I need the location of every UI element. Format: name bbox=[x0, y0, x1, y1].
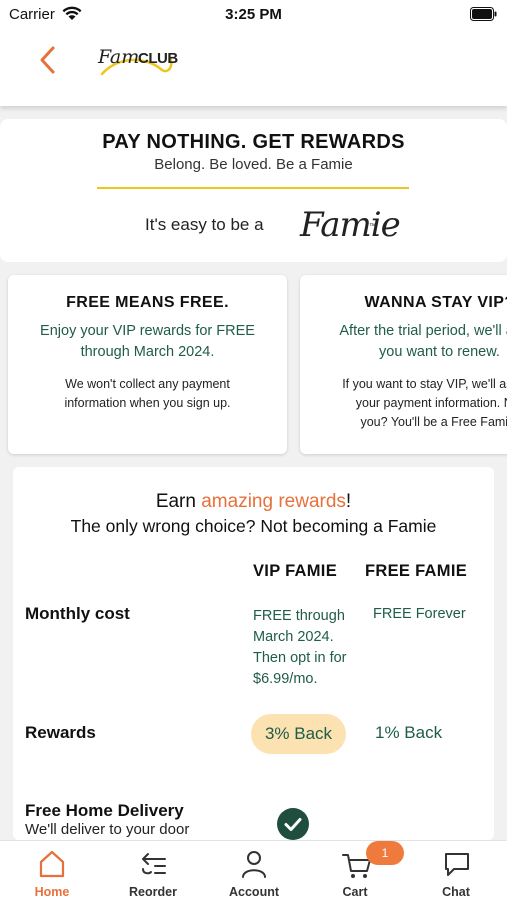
bottom-tab-bar: Home Reorder Account 1 Cart Chat bbox=[0, 840, 507, 900]
earn-accent: amazing rewards bbox=[201, 491, 346, 512]
tab-label-home: Home bbox=[34, 885, 70, 899]
earn-suffix: ! bbox=[345, 491, 352, 512]
row-label-monthly-cost: Monthly cost bbox=[25, 604, 130, 623]
promo-card-free-means-free[interactable]: FREE MEANS FREE. Enjoy your VIP rewards … bbox=[8, 275, 287, 454]
famie-wordmark: Famie bbox=[300, 205, 401, 245]
tab-label-account: Account bbox=[229, 885, 279, 899]
cart-count-badge: 1 bbox=[366, 841, 404, 865]
reorder-icon bbox=[142, 853, 166, 875]
tab-account[interactable]: Account bbox=[214, 841, 294, 900]
hero-title: PAY NOTHING. GET REWARDS bbox=[102, 131, 405, 153]
home-icon bbox=[39, 850, 65, 878]
back-chevron-icon[interactable] bbox=[34, 44, 62, 76]
promo-title: FREE MEANS FREE. bbox=[66, 294, 229, 311]
tab-cart[interactable]: 1 Cart bbox=[315, 841, 404, 900]
hero-easy-text: It's easy to be a bbox=[145, 215, 264, 234]
trademark-mark: ™ bbox=[369, 223, 376, 230]
battery-icon bbox=[470, 7, 497, 21]
earn-prefix: Earn bbox=[155, 491, 202, 512]
vip-rewards-pill: 3% Back bbox=[251, 714, 346, 754]
promo-card-stay-vip[interactable]: WANNA STAY VIP? After the trial period, … bbox=[300, 275, 507, 454]
vip-delivery-check bbox=[277, 808, 309, 840]
free-rewards-value: 1% Back bbox=[375, 723, 443, 742]
promo-body: Enjoy your VIP rewards for FREE through … bbox=[40, 323, 255, 360]
logo-script-text: Fam bbox=[98, 46, 140, 68]
tab-reorder[interactable]: Reorder bbox=[113, 841, 193, 900]
logo-club-text: CLUB bbox=[138, 50, 178, 67]
promo-note: We won't collect any payment information… bbox=[64, 377, 231, 410]
nav-header: Fam CLUB bbox=[0, 30, 507, 106]
row-label-delivery: Free Home Delivery bbox=[25, 801, 184, 820]
tab-chat[interactable]: Chat bbox=[416, 841, 496, 900]
famclub-logo: Fam CLUB bbox=[96, 36, 178, 84]
comparison-card: Earn amazing rewards! The only wrong cho… bbox=[13, 467, 494, 840]
column-vip-famie: VIP FAMIE bbox=[253, 562, 337, 580]
promo-body: After the trial period, we'll ask if you… bbox=[339, 323, 507, 360]
earn-rewards-heading: Earn amazing rewards! bbox=[13, 491, 494, 513]
status-time: 3:25 PM bbox=[225, 6, 282, 23]
wrong-choice-line: The only wrong choice? Not becoming a Fa… bbox=[70, 516, 437, 536]
tab-label-cart: Cart bbox=[342, 885, 368, 899]
chat-icon bbox=[445, 853, 469, 876]
hero-card: PAY NOTHING. GET REWARDS Belong. Be love… bbox=[0, 119, 507, 262]
status-bar: Carrier 3:25 PM bbox=[0, 0, 507, 30]
vip-monthly-cost: FREE through March 2024. Then opt in for… bbox=[253, 608, 347, 687]
row-label-rewards: Rewards bbox=[25, 723, 96, 742]
promo-note: If you want to stay VIP, we'll ask for y… bbox=[342, 377, 507, 429]
free-monthly-cost: FREE Forever bbox=[373, 606, 466, 622]
tab-label-reorder: Reorder bbox=[129, 885, 177, 899]
column-free-famie: FREE FAMIE bbox=[365, 562, 468, 580]
tab-home[interactable]: Home bbox=[12, 841, 92, 900]
promo-title: WANNA STAY VIP? bbox=[364, 294, 507, 311]
account-icon bbox=[242, 851, 266, 878]
check-icon bbox=[284, 818, 302, 831]
hero-subtitle: Belong. Be loved. Be a Famie bbox=[154, 156, 353, 173]
hero-divider bbox=[97, 187, 409, 189]
tab-label-chat: Chat bbox=[442, 885, 470, 899]
delivery-subtext: We'll deliver to your door bbox=[25, 821, 190, 838]
